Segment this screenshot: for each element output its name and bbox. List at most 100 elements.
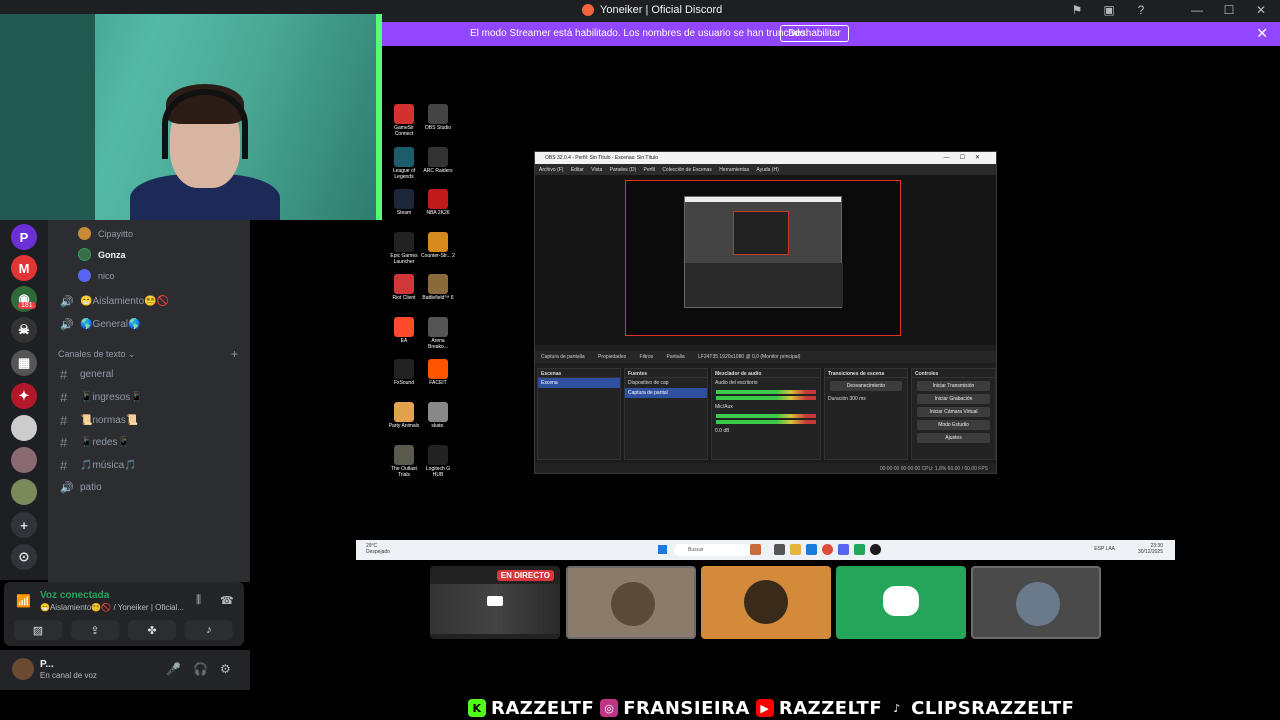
- obs-menu-item[interactable]: Paneles (D): [610, 167, 636, 173]
- server-icon-p[interactable]: P: [11, 224, 37, 250]
- taskbar-app-icon[interactable]: [854, 544, 865, 555]
- scene-item[interactable]: Escena: [538, 378, 620, 388]
- activities-button[interactable]: ✤: [128, 620, 176, 640]
- disconnect-icon[interactable]: ☎: [220, 594, 234, 607]
- source-item[interactable]: Captura de pantal: [625, 388, 707, 398]
- desktop-shortcut[interactable]: EA: [387, 317, 421, 344]
- text-channel[interactable]: # 📱redes📱: [60, 435, 130, 450]
- transition-select[interactable]: Desvanecimiento: [830, 381, 902, 391]
- server-icon-outdoor[interactable]: [11, 479, 37, 505]
- inbox-icon[interactable]: ⚑: [1068, 3, 1086, 17]
- desktop-shortcut[interactable]: League of Legends: [387, 147, 421, 180]
- duration-input[interactable]: 300 ms: [849, 396, 865, 402]
- headphones-icon[interactable]: 🎧: [193, 662, 208, 676]
- participant-tile[interactable]: [701, 566, 831, 639]
- obs-menu-item[interactable]: Herramientas: [719, 167, 749, 173]
- taskbar-app-icon[interactable]: [774, 544, 785, 555]
- weather-widget[interactable]: 29°C Despejado: [366, 543, 390, 555]
- desktop-shortcut[interactable]: Battlefield™ 6: [421, 274, 455, 301]
- help-icon[interactable]: ?: [1132, 3, 1150, 17]
- add-server-icon[interactable]: +: [11, 512, 37, 538]
- server-icon-m[interactable]: M: [11, 255, 37, 281]
- server-icon-grid[interactable]: ▦: [11, 350, 37, 376]
- voice-channel[interactable]: 🔊 🌎General🌎: [60, 318, 140, 331]
- taskbar-search[interactable]: Buscar: [674, 544, 754, 556]
- voice-user[interactable]: Cipayitto: [78, 227, 133, 240]
- taskbar-app-icon[interactable]: [750, 544, 761, 555]
- text-channel[interactable]: # 📜normas📜: [60, 413, 138, 428]
- screen-icon[interactable]: ▣: [1100, 3, 1118, 17]
- server-icon-pink[interactable]: [11, 447, 37, 473]
- obs-preview[interactable]: [535, 175, 996, 345]
- obs-canvas[interactable]: [625, 180, 901, 336]
- start-streaming-button[interactable]: Iniciar Transmisión: [917, 381, 990, 391]
- camera-off-button[interactable]: ▨: [14, 620, 62, 640]
- desktop-shortcut[interactable]: Epic Games Launcher: [387, 232, 421, 265]
- desktop-shortcut[interactable]: Counter-Str... 2: [421, 232, 455, 259]
- maximize-icon[interactable]: ☐: [1220, 3, 1238, 17]
- desktop-shortcut[interactable]: NBA 2K26: [421, 189, 455, 216]
- settings-button[interactable]: Ajustes: [917, 433, 990, 443]
- obs-menu-item[interactable]: Colección de Escenas: [662, 167, 711, 173]
- voice-channel[interactable]: 🔊 patio: [60, 481, 102, 494]
- desktop-shortcut[interactable]: Arena Breako...: [421, 317, 455, 350]
- voice-user[interactable]: Gonza: [78, 248, 126, 261]
- language-indicator[interactable]: ESP LAA: [1094, 546, 1115, 552]
- discord-icon[interactable]: [838, 544, 849, 555]
- minimize-icon[interactable]: —: [1188, 3, 1206, 17]
- desktop-shortcut[interactable]: Steam: [387, 189, 421, 216]
- desktop-shortcut[interactable]: ARC Raiders: [421, 147, 455, 174]
- desktop-shortcut[interactable]: FxSound: [387, 359, 421, 386]
- desktop-shortcut[interactable]: The Outlast Trials: [387, 445, 421, 478]
- folder-icon[interactable]: [790, 544, 801, 555]
- desktop-shortcut[interactable]: FACEIT: [421, 359, 455, 386]
- server-icon-devil[interactable]: ✦: [11, 383, 37, 409]
- obs-menu-item[interactable]: Ayuda (H): [756, 167, 778, 173]
- chrome-icon[interactable]: [822, 544, 833, 555]
- obs-menu-item[interactable]: Vista: [591, 167, 602, 173]
- add-channel-icon[interactable]: +: [231, 347, 238, 361]
- voice-channel[interactable]: 🔊 😁Aislamiento😵‍💫🚫: [60, 295, 169, 308]
- server-icon-photo[interactable]: [11, 415, 37, 441]
- discover-icon[interactable]: ⊙: [11, 544, 37, 570]
- obs-menu-item[interactable]: Editar: [571, 167, 584, 173]
- text-channel[interactable]: # 🎵música🎵: [60, 458, 137, 473]
- windows-start-icon[interactable]: [658, 545, 667, 554]
- desktop-shortcut[interactable]: Riot Client: [387, 274, 421, 301]
- source-item[interactable]: Dispositivo de cap: [625, 378, 707, 388]
- screen-share-button[interactable]: ⇪: [71, 620, 119, 640]
- disable-streamer-button[interactable]: Deshabilitar: [780, 25, 849, 42]
- microphone-icon[interactable]: 🎤: [166, 662, 181, 676]
- start-virtual-camera-button[interactable]: Iniciar Cámara Virtual: [917, 407, 990, 417]
- desktop-shortcut[interactable]: Logitech G HUB: [421, 445, 455, 478]
- close-window-icon[interactable]: ✕: [1252, 3, 1270, 17]
- avatar[interactable]: [12, 658, 34, 680]
- desktop-shortcut[interactable]: skate.: [421, 402, 455, 429]
- settings-gear-icon[interactable]: ⚙: [220, 662, 231, 676]
- voice-user[interactable]: nico: [78, 269, 115, 282]
- participant-tile[interactable]: [566, 566, 696, 639]
- obs-filters-button[interactable]: Filtros: [640, 354, 654, 360]
- participant-tile[interactable]: [971, 566, 1101, 639]
- obs-window-controls[interactable]: —☐✕: [944, 154, 990, 161]
- close-banner-icon[interactable]: ✕: [1256, 25, 1268, 42]
- voice-status[interactable]: Voz conectada: [40, 590, 109, 601]
- obs-icon[interactable]: [870, 544, 881, 555]
- desktop-shortcut[interactable]: OBS Studio: [421, 104, 455, 131]
- start-recording-button[interactable]: Iniciar Grabación: [917, 394, 990, 404]
- obs-menu-item[interactable]: Archivo (F): [539, 167, 563, 173]
- soundboard-button[interactable]: ♪: [185, 620, 233, 640]
- taskbar-app-icon[interactable]: [806, 544, 817, 555]
- obs-properties-button[interactable]: Propiedades: [598, 354, 626, 360]
- taskbar-clock[interactable]: 23:30 30/12/2025: [1138, 543, 1163, 555]
- category-header[interactable]: Canales de texto ⌄: [58, 349, 136, 360]
- server-icon-skull[interactable]: ☠: [11, 317, 37, 343]
- stream-tile[interactable]: EN DIRECTO: [430, 566, 560, 639]
- studio-mode-button[interactable]: Modo Estudio: [917, 420, 990, 430]
- noise-suppression-icon[interactable]: ⫼: [196, 594, 201, 607]
- text-channel[interactable]: # 📱ingresos📱: [60, 390, 143, 405]
- voice-channel-path[interactable]: 😁Aislamiento😵‍💫🚫 / Yoneiker | Oficial...: [40, 603, 184, 612]
- obs-menu-item[interactable]: Perfil: [644, 167, 655, 173]
- desktop-shortcut[interactable]: GameSir Connect: [387, 104, 421, 137]
- text-channel[interactable]: # general: [60, 367, 113, 382]
